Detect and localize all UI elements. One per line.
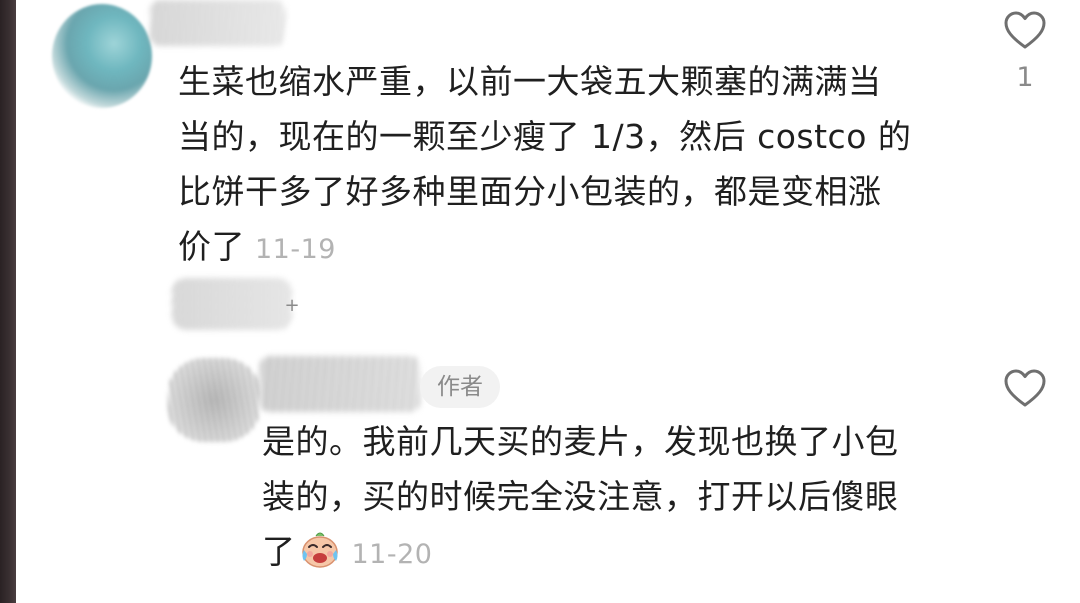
heart-outline-icon (1004, 369, 1046, 407)
reply-date: 11-20 (351, 539, 433, 570)
reply-username-blurred[interactable] (260, 356, 420, 412)
avatar[interactable] (52, 4, 152, 108)
comment-body[interactable]: 生菜也缩水严重，以前一大袋五大颗塞的满满当 当的，现在的一颗至少瘦了 1/3，然… (178, 54, 948, 277)
reply-line-last: 了 11-20 (262, 524, 952, 582)
heart-outline-icon (1004, 11, 1046, 49)
reply-avatar[interactable] (168, 358, 260, 442)
reply-like-button[interactable] (1002, 366, 1048, 412)
username-blurred[interactable] (150, 0, 285, 46)
left-edge-strip (0, 0, 16, 603)
reply-line: 是的。我前几天买的麦片，发现也换了小包 (262, 422, 899, 461)
comment-line: 当的，现在的一颗至少瘦了 1/3，然后 costco 的 (178, 117, 912, 156)
reply-body[interactable]: 是的。我前几天买的麦片，发现也换了小包 装的，买的时候完全没注意，打开以后傻眼 … (262, 414, 952, 582)
comment-line-text: 价了 (178, 227, 245, 266)
author-badge: 作者 (420, 366, 500, 408)
expand-replies-blurred[interactable] (172, 278, 292, 330)
crying-laughing-emoji-icon (298, 527, 342, 571)
comment-line: 比饼干多了好多种里面分小包装的，都是变相涨 (178, 172, 882, 211)
like-count: 1 (1016, 62, 1034, 93)
comment-date: 11-19 (255, 234, 336, 265)
reply-line-text: 了 (262, 532, 296, 571)
plus-icon[interactable]: + (280, 294, 304, 318)
comment-line: 生菜也缩水严重，以前一大袋五大颗塞的满满当 (178, 62, 882, 101)
comment-line-last: 价了 11-19 (178, 219, 948, 277)
reply-line: 装的，买的时候完全没注意，打开以后傻眼 (262, 477, 899, 516)
like-button[interactable] (1002, 8, 1048, 54)
